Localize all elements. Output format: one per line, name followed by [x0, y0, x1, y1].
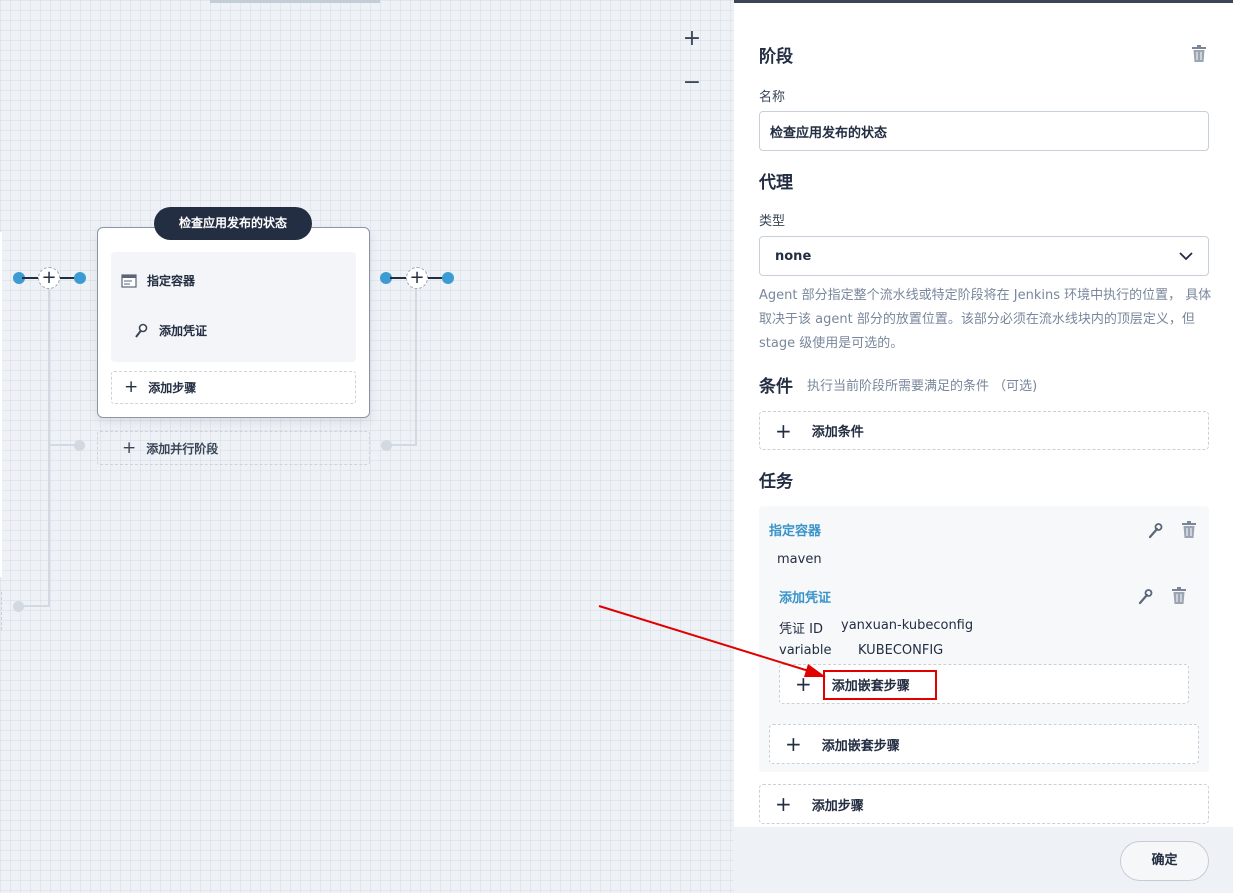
highlight-annotation-box	[823, 670, 937, 700]
wrench-icon[interactable]	[1137, 589, 1153, 605]
container-icon	[121, 273, 137, 288]
branch-dot	[13, 601, 24, 612]
delete-nested-task-icon[interactable]	[1171, 587, 1187, 605]
panel-title: 阶段	[759, 47, 793, 67]
task-name-container[interactable]: 指定容器	[769, 520, 821, 539]
tasks-title: 任务	[759, 472, 793, 492]
branch-line	[48, 444, 76, 446]
stage-settings-panel: 阶段 名称 代理 类型 none Agent 部分指定整个流水线或特定阶段将在 …	[734, 0, 1233, 893]
credential-id-label: 凭证 ID	[779, 622, 823, 637]
step-label: 添加凭证	[159, 324, 208, 338]
pipeline-canvas[interactable]: + − + + 指定容器 添加凭证 + 添加步骤 检查应用发布的状态 + 添加并…	[0, 0, 734, 893]
stage-name-input[interactable]	[759, 111, 1209, 151]
condition-title: 条件	[759, 377, 793, 397]
agent-title: 代理	[759, 173, 793, 193]
connector-dot	[74, 272, 86, 284]
previous-stage-placeholder-edge	[0, 592, 2, 630]
plus-icon: +	[775, 418, 792, 443]
plus-icon: +	[795, 672, 812, 696]
variable-label: variable	[779, 643, 832, 658]
add-condition-label: 添加条件	[811, 425, 864, 440]
panel-footer: 确定	[734, 827, 1233, 893]
branch-dot	[381, 440, 392, 451]
stage-steps-area: 指定容器 添加凭证	[111, 252, 356, 362]
agent-type-select[interactable]: none	[759, 236, 1209, 276]
zoom-in-button[interactable]: +	[680, 28, 704, 52]
chevron-down-icon	[1179, 251, 1193, 260]
canvas-top-edge	[210, 0, 380, 3]
wrench-icon[interactable]	[1147, 523, 1163, 539]
branch-line	[20, 605, 50, 607]
add-step-label: 添加步骤	[811, 798, 864, 814]
panel-top-edge	[734, 0, 1233, 3]
type-label: 类型	[759, 214, 786, 229]
task-container-block: 指定容器 maven 添加凭证 凭证 ID yanxuan-kubeconfig	[759, 506, 1209, 772]
delete-stage-icon[interactable]	[1191, 45, 1207, 63]
add-nested-step-button-outer[interactable]: + 添加嵌套步骤	[769, 724, 1199, 764]
confirm-button[interactable]: 确定	[1120, 841, 1209, 881]
insert-stage-button[interactable]: +	[38, 267, 60, 289]
credential-id-value: yanxuan-kubeconfig	[841, 618, 974, 633]
step-label: 指定容器	[147, 274, 196, 288]
add-step-button[interactable]: + 添加步骤	[111, 371, 356, 404]
branch-line	[48, 289, 50, 607]
plus-icon: +	[122, 437, 137, 458]
task-name-credential[interactable]: 添加凭证	[779, 587, 831, 606]
add-step-button[interactable]: + 添加步骤	[759, 784, 1209, 824]
add-parallel-stage-button[interactable]: + 添加并行阶段	[97, 431, 370, 465]
plus-icon: +	[124, 377, 139, 397]
stage-card[interactable]: 指定容器 添加凭证 + 添加步骤	[97, 227, 370, 418]
previous-stage-edge	[0, 232, 2, 577]
variable-value: KUBECONFIG	[858, 643, 944, 658]
delete-task-icon[interactable]	[1181, 521, 1197, 539]
add-nested-step-label: 添加嵌套步骤	[821, 738, 900, 754]
connector-dot	[442, 272, 454, 284]
add-parallel-label: 添加并行阶段	[146, 441, 219, 456]
zoom-out-button[interactable]: −	[680, 72, 704, 96]
branch-line	[388, 444, 417, 446]
step-item-container[interactable]: 指定容器	[121, 272, 195, 289]
task-value: maven	[777, 552, 822, 567]
agent-type-value: none	[775, 248, 812, 264]
branch-dot	[74, 440, 85, 451]
add-step-label: 添加步骤	[148, 381, 197, 395]
name-label: 名称	[759, 90, 786, 105]
step-item-credential[interactable]: 添加凭证	[133, 322, 207, 339]
insert-stage-button[interactable]: +	[406, 267, 428, 289]
agent-description: Agent 部分指定整个流水线或特定阶段将在 Jenkins 环境中执行的位置，…	[759, 288, 1212, 351]
condition-description: 执行当前阶段所需要满足的条件 （可选)	[807, 379, 1038, 394]
plus-icon: +	[775, 792, 792, 816]
key-icon	[135, 323, 148, 338]
stage-name-pill[interactable]: 检查应用发布的状态	[154, 207, 312, 240]
plus-icon: +	[785, 732, 802, 756]
add-condition-button[interactable]: + 添加条件	[759, 411, 1209, 450]
branch-line	[415, 289, 417, 444]
